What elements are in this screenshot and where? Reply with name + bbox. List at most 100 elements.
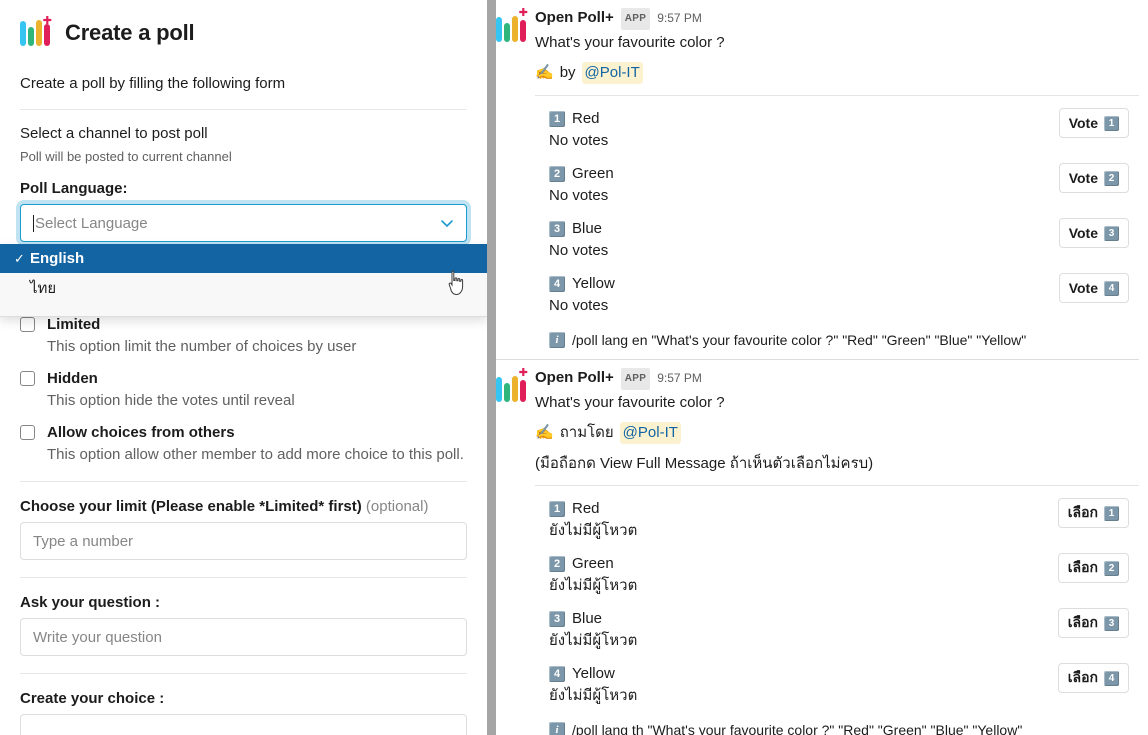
keycap-3-icon: 3 <box>1104 225 1119 241</box>
keycap-2-icon: 2 <box>1104 170 1119 186</box>
poll-option-row: 4 Yellow No votes Vote 4 <box>535 261 1139 316</box>
vote-button-1[interactable]: Vote 1 <box>1058 108 1129 138</box>
option-vote-count: ยังไม่มีผู้โหวต <box>549 632 638 649</box>
limit-label-text: Choose your limit (Please enable *Limite… <box>20 498 362 515</box>
vote-button-label: เลือก <box>1067 669 1098 685</box>
sparkle-icon: ✚ <box>518 367 528 379</box>
option-vote-count: No votes <box>549 132 609 149</box>
option-label: Green <box>572 165 614 182</box>
checkbox-hidden[interactable]: Hidden This option hide the votes until … <box>20 356 467 410</box>
information-icon: i <box>549 722 565 735</box>
language-select-wrapper: Select Language ✓ English ไทย <box>0 204 487 317</box>
language-option-english[interactable]: ✓ English <box>0 244 487 273</box>
option-label: Green <box>572 555 614 572</box>
sparkle-icon: ✚ <box>42 14 52 27</box>
channel-section: Select a channel to post poll Poll will … <box>20 110 467 164</box>
keycap-2-icon: 2 <box>1104 560 1119 576</box>
question-input[interactable]: Write your question <box>20 618 467 656</box>
option-vote-count: ยังไม่มีผู้โหวต <box>549 577 638 594</box>
app-root: ✚ Create a poll Create a poll by filling… <box>0 0 1148 735</box>
vote-button-2[interactable]: เลือก 2 <box>1057 553 1129 583</box>
left-panel-scrollbar[interactable] <box>487 0 496 735</box>
language-select-placeholder: Select Language <box>35 214 148 232</box>
vote-button-label: Vote <box>1068 280 1098 296</box>
language-select-input[interactable]: Select Language <box>20 204 467 242</box>
poll-bars-logo-icon: ✚ <box>20 14 52 50</box>
option-vote-count: ยังไม่มีผู้โหวต <box>549 687 638 704</box>
form-subtitle: Create a poll by filling the following f… <box>20 75 286 92</box>
vote-button-label: Vote <box>1068 225 1098 241</box>
slack-messages-panel: ✚ Open Poll+ APP 9:57 PM What's your fav… <box>487 0 1139 735</box>
user-mention[interactable]: @Pol-IT <box>581 62 643 84</box>
message-sender[interactable]: Open Poll+ <box>535 368 614 388</box>
checkbox-box[interactable] <box>20 317 35 332</box>
poll-option-row: 2 Green ยังไม่มีผู้โหวต เลือก 2 <box>535 541 1139 596</box>
writing-hand-icon: ✍️ <box>535 424 554 441</box>
message-timestamp[interactable]: 9:57 PM <box>657 368 702 388</box>
information-icon: i <box>549 332 565 348</box>
vote-button-3[interactable]: เลือก 3 <box>1057 608 1129 638</box>
byline-text: by <box>559 64 576 81</box>
poll-byline: ✍️ ถามโดย @Pol-IT <box>535 414 1139 444</box>
checkbox-label: Limited <box>47 316 101 333</box>
limit-optional-text: (optional) <box>361 498 429 515</box>
vote-button-1[interactable]: เลือก 1 <box>1057 498 1129 528</box>
poll-command-text: /poll lang th "What's your favourite col… <box>572 722 1023 735</box>
keycap-3-icon: 3 <box>1104 615 1119 631</box>
keycap-1-icon: 1 <box>549 111 565 127</box>
option-label: Yellow <box>572 275 615 292</box>
option-vote-count: No votes <box>549 242 609 259</box>
choice-label: Create your choice : <box>20 690 165 707</box>
keycap-4-icon: 4 <box>549 666 565 682</box>
limit-label: Choose your limit (Please enable *Limite… <box>20 482 467 522</box>
poll-options: 1 Red No votes Vote 1 2 Green No votes V… <box>535 96 1139 316</box>
vote-button-4[interactable]: Vote 4 <box>1058 273 1129 303</box>
checkbox-box[interactable] <box>20 371 35 386</box>
vote-button-2[interactable]: Vote 2 <box>1058 163 1129 193</box>
keycap-2-icon: 2 <box>549 166 565 182</box>
option-vote-count: ยังไม่มีผู้โหวต <box>549 522 638 539</box>
question-label: Ask your question : <box>20 594 161 611</box>
language-dropdown-menu[interactable]: ✓ English ไทย <box>0 244 487 317</box>
text-caret <box>33 214 34 232</box>
option-label: Blue <box>572 220 603 237</box>
vote-button-4[interactable]: เลือก 4 <box>1057 663 1129 693</box>
poll-option-row: 1 Red No votes Vote 1 <box>535 96 1139 151</box>
language-option-thai[interactable]: ไทย <box>0 273 487 302</box>
message-timestamp[interactable]: 9:57 PM <box>657 8 702 28</box>
choice-input[interactable] <box>20 714 467 735</box>
app-badge: APP <box>620 8 651 30</box>
poll-command-text: /poll lang en "What's your favourite col… <box>572 332 1027 348</box>
question-input-placeholder: Write your question <box>33 628 162 646</box>
poll-question: What's your favourite color ? <box>535 34 725 51</box>
chevron-down-icon[interactable] <box>440 216 454 230</box>
keycap-3-icon: 3 <box>549 611 565 627</box>
poll-byline: ✍️ by @Pol-IT <box>535 54 1139 84</box>
poll-option-row: 4 Yellow ยังไม่มีผู้โหวต เลือก 4 <box>535 651 1139 706</box>
limit-input-placeholder: Type a number <box>33 532 134 550</box>
checkbox-allow-choices[interactable]: Allow choices from others This option al… <box>20 410 467 464</box>
language-option-label: ไทย <box>30 279 57 297</box>
app-badge: APP <box>620 368 651 390</box>
limit-input[interactable]: Type a number <box>20 522 467 560</box>
channel-section-label: Select a channel to post poll <box>20 125 208 142</box>
message-sender[interactable]: Open Poll+ <box>535 8 614 28</box>
vote-button-label: เลือก <box>1067 504 1098 520</box>
page-title: Create a poll <box>65 19 195 45</box>
keycap-3-icon: 3 <box>549 221 565 237</box>
poll-option-row: 3 Blue No votes Vote 3 <box>535 206 1139 261</box>
keycap-4-icon: 4 <box>1104 280 1119 296</box>
checkbox-box[interactable] <box>20 425 35 440</box>
poll-question: What's your favourite color ? <box>535 394 725 411</box>
poll-command-row: i /poll lang th "What's your favourite c… <box>535 706 1139 735</box>
option-label: Yellow <box>572 665 615 682</box>
poll-bars-logo-icon: ✚ <box>496 367 528 404</box>
language-option-label: English <box>30 250 85 267</box>
checkbox-description: This option allow other member to add mo… <box>47 446 464 463</box>
keycap-1-icon: 1 <box>549 501 565 517</box>
vote-button-3[interactable]: Vote 3 <box>1058 218 1129 248</box>
user-mention[interactable]: @Pol-IT <box>619 422 681 444</box>
option-label: Red <box>572 110 600 127</box>
poll-option-row: 2 Green No votes Vote 2 <box>535 151 1139 206</box>
checkbox-label: Allow choices from others <box>47 424 235 441</box>
